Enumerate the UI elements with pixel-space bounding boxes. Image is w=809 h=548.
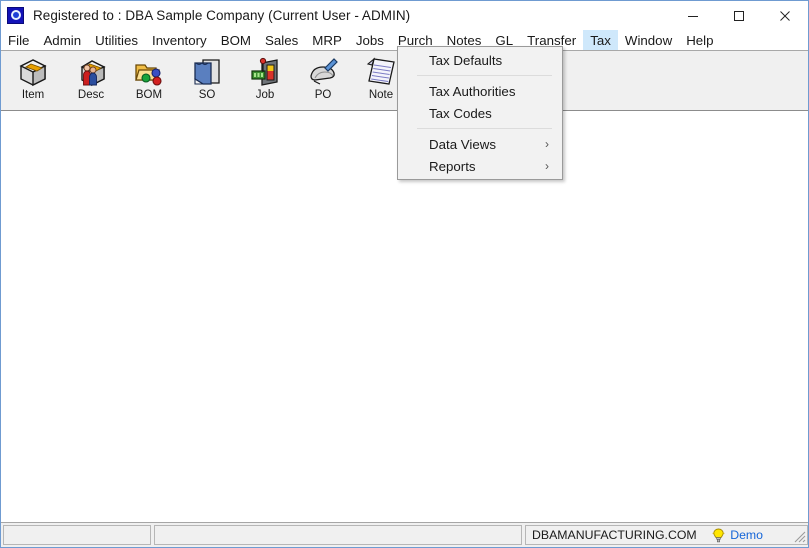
menu-separator-2 xyxy=(417,128,552,129)
menu-option-tax-codes[interactable]: Tax Codes xyxy=(398,102,562,124)
window-controls xyxy=(670,1,808,30)
tax-dropdown-menu: Tax Defaults Tax Authorities Tax Codes D… xyxy=(397,46,563,180)
website-label: DBAMANUFACTURING.COM xyxy=(532,528,697,542)
toolbar-button-item[interactable]: Item xyxy=(4,51,62,110)
status-panel-left xyxy=(3,525,151,545)
maximize-button[interactable] xyxy=(716,1,762,30)
note-pad-icon xyxy=(366,57,395,85)
sales-order-icon xyxy=(194,59,220,85)
close-button[interactable] xyxy=(762,1,808,30)
chevron-right-icon: › xyxy=(545,159,549,173)
menu-option-data-views[interactable]: Data Views › xyxy=(398,133,562,155)
menu-separator-1 xyxy=(417,75,552,76)
resize-grip-icon[interactable] xyxy=(792,529,806,543)
toolbar-label-bom: BOM xyxy=(135,89,163,101)
job-icon xyxy=(251,57,278,86)
toolbar-label-so: SO xyxy=(198,89,216,101)
demo-label: Demo xyxy=(730,528,763,542)
bom-folder-icon xyxy=(135,64,162,86)
menu-item-mrp[interactable]: MRP xyxy=(305,30,349,50)
menu-option-reports[interactable]: Reports › xyxy=(398,155,562,177)
menu-option-reports-label: Reports xyxy=(429,158,476,174)
menu-item-sales[interactable]: Sales xyxy=(258,30,305,50)
chevron-right-icon: › xyxy=(545,137,549,151)
dba-app-icon[interactable] xyxy=(7,7,24,24)
toolbar-label-desc: Desc xyxy=(77,89,105,101)
item-box-icon xyxy=(19,59,47,87)
menu-item-inventory[interactable]: Inventory xyxy=(145,30,214,50)
toolbar-button-po[interactable]: PO xyxy=(294,51,352,110)
window-title: Registered to : DBA Sample Company (Curr… xyxy=(33,8,411,23)
purchase-order-icon xyxy=(310,58,338,85)
application-window: Registered to : DBA Sample Company (Curr… xyxy=(0,0,809,548)
toolbar-label-note: Note xyxy=(368,89,394,101)
menu-item-tax[interactable]: Tax xyxy=(583,30,618,50)
toolbar-label-job: Job xyxy=(255,89,275,101)
menu-item-utilities[interactable]: Utilities xyxy=(88,30,145,50)
toolbar-label-item: Item xyxy=(21,89,45,101)
menu-item-bom[interactable]: BOM xyxy=(214,30,258,50)
menu-option-tax-defaults[interactable]: Tax Defaults xyxy=(398,49,562,71)
menu-item-help[interactable]: Help xyxy=(679,30,720,50)
status-bar: DBAMANUFACTURING.COM Demo xyxy=(1,522,808,547)
lightbulb-icon xyxy=(712,528,725,542)
status-panel-middle xyxy=(154,525,522,545)
menu-item-window[interactable]: Window xyxy=(618,30,679,50)
descriptor-people-box-icon xyxy=(80,60,106,87)
menu-item-file[interactable]: File xyxy=(1,30,36,50)
menu-option-data-views-label: Data Views xyxy=(429,136,497,152)
menu-item-admin[interactable]: Admin xyxy=(36,30,88,50)
toolbar-button-so[interactable]: SO xyxy=(178,51,236,110)
toolbar-button-desc[interactable]: Desc xyxy=(62,51,120,110)
minimize-button[interactable] xyxy=(670,1,716,30)
toolbar-button-bom[interactable]: BOM xyxy=(120,51,178,110)
status-panel-right: DBAMANUFACTURING.COM Demo xyxy=(525,525,808,545)
menu-option-tax-authorities[interactable]: Tax Authorities xyxy=(398,80,562,102)
demo-indicator[interactable]: Demo xyxy=(712,528,763,543)
menu-item-jobs[interactable]: Jobs xyxy=(349,30,391,50)
title-bar: Registered to : DBA Sample Company (Curr… xyxy=(1,1,808,30)
toolbar-label-po: PO xyxy=(314,89,332,101)
toolbar-button-job[interactable]: Job xyxy=(236,51,294,110)
